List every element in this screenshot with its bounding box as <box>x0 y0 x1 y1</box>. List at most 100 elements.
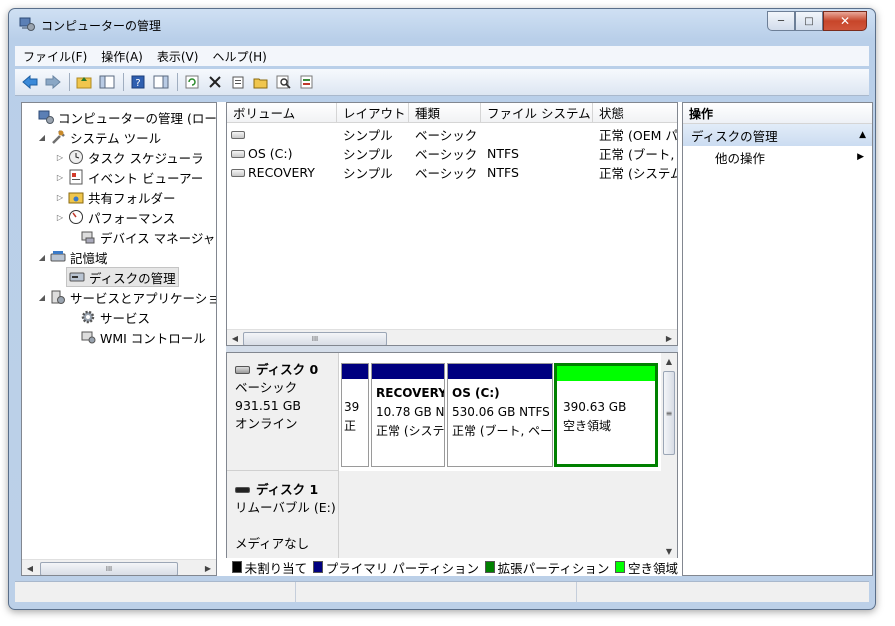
expand-arrow-icon[interactable]: ◢ <box>36 133 48 142</box>
tree-label: 共有フォルダー <box>88 190 176 206</box>
show-hide-tree-icon[interactable] <box>98 73 116 91</box>
help-icon[interactable]: ? <box>129 73 147 91</box>
column-header-status[interactable]: 状態 <box>593 103 677 123</box>
table-row-volume[interactable]: OS (C:) <box>231 144 335 163</box>
table-cell: 正常 (ブート, ページ ファイル) <box>599 147 677 162</box>
table-cell: シンプル <box>343 128 393 143</box>
column-header-type[interactable]: 種類 <box>409 103 481 123</box>
action-more-actions[interactable]: 他の操作 ▶ <box>683 146 872 168</box>
disk-1-state: メディアなし <box>235 536 310 551</box>
table-cell: ベーシック <box>415 147 478 162</box>
scroll-right-icon[interactable]: ▶ <box>200 560 216 575</box>
window-title: コンピューターの管理 <box>41 19 162 33</box>
collapsed-arrow-icon[interactable]: ▷ <box>54 213 66 222</box>
tree-label: タスク スケジューラ <box>88 150 204 166</box>
scroll-left-icon[interactable]: ◀ <box>22 560 38 575</box>
disk-vscrollbar[interactable]: ▲ ≡ ▼ <box>661 353 677 559</box>
legend-unallocated: 未割り当て <box>244 560 308 576</box>
tree-item-disk-management[interactable]: ディスクの管理 <box>66 267 179 287</box>
collapse-arrow-icon[interactable]: ▲ <box>859 130 866 140</box>
device-manager-icon <box>81 231 95 244</box>
tree-item-root[interactable]: コンピューターの管理 (ローカル) <box>24 107 217 127</box>
partition-free-space[interactable]: 390.63 GB 空き領域 <box>554 363 658 467</box>
tree-item-services[interactable]: サービス <box>66 307 150 327</box>
actions-section-disk-management[interactable]: ディスクの管理 ▲ <box>683 124 872 146</box>
tree-label: サービス <box>100 310 151 326</box>
column-header-volume[interactable]: ボリューム <box>227 103 337 123</box>
up-folder-icon[interactable] <box>75 73 93 91</box>
scroll-down-icon[interactable]: ▼ <box>661 543 677 559</box>
back-icon[interactable] <box>21 73 39 91</box>
tree-label: コンピューターの管理 (ローカル) <box>58 110 217 126</box>
open-icon[interactable] <box>252 73 270 91</box>
disk-1-type: リムーバブル (E:) <box>235 500 336 515</box>
scroll-up-icon[interactable]: ▲ <box>661 353 677 369</box>
column-header-layout[interactable]: レイアウト <box>337 103 409 123</box>
disk-0-type: ベーシック <box>235 380 298 395</box>
delete-icon[interactable] <box>206 73 224 91</box>
legend-primary: プライマリ パーティション <box>325 560 479 576</box>
legend-swatch-extended <box>484 561 495 573</box>
expand-arrow-icon[interactable]: ◢ <box>36 293 48 302</box>
disk-1-area <box>339 471 661 559</box>
minimize-button[interactable]: ─ <box>767 11 795 31</box>
partition-oem[interactable]: 39 正 <box>341 363 369 467</box>
tree-item-wmi[interactable]: WMI コントロール <box>66 327 206 347</box>
actions-header: 操作 <box>683 103 872 124</box>
tree-item-performance[interactable]: ▷ パフォーマンス <box>54 207 175 227</box>
disk-graphical-view: ディスク 0 ベーシック 931.51 GB オンライン 39 正 RECOVER… <box>226 352 678 576</box>
table-row-volume[interactable]: RECOVERY <box>231 163 335 182</box>
tree-item-device-manager[interactable]: デバイス マネージャー <box>66 227 216 247</box>
scroll-thumb[interactable]: III <box>40 562 178 575</box>
disk-0-name: ディスク 0 <box>256 362 319 377</box>
tree-item-event-viewer[interactable]: ▷ イベント ビューアー <box>54 167 203 187</box>
refresh-icon[interactable] <box>183 73 201 91</box>
tree-label: システム ツール <box>70 130 162 146</box>
table-cell: 正常 (OEM パーティション) <box>599 128 677 143</box>
center-pane: ボリューム レイアウト 種類 ファイル システム 状態 シンプル ベーシック 正… <box>226 102 678 576</box>
partition-os-c[interactable]: OS (C:)530.06 GB NTFS正常 (ブート, ページ ファイル) <box>447 363 553 467</box>
tree-item-system-tools[interactable]: ◢ システム ツール <box>36 127 161 147</box>
search-icon[interactable] <box>275 73 293 91</box>
scroll-right-icon[interactable]: ▶ <box>661 330 677 345</box>
table-row-volume[interactable] <box>231 125 335 144</box>
drive-icon <box>231 149 245 158</box>
properties-icon[interactable] <box>229 73 247 91</box>
client-area: コンピューターの管理 (ローカル) ◢ システム ツール ▷ タスク スケジュー… <box>21 102 873 576</box>
removable-disk-icon <box>235 487 250 493</box>
performance-icon <box>69 210 83 224</box>
menu-help[interactable]: ヘルプ(H) <box>204 48 272 65</box>
tree-hscrollbar[interactable]: ◀ III ▶ <box>22 559 216 575</box>
close-button[interactable]: ✕ <box>823 11 867 31</box>
collapsed-arrow-icon[interactable]: ▷ <box>54 193 66 202</box>
expand-arrow-icon[interactable]: ◢ <box>36 253 48 262</box>
disk-management-icon <box>69 272 85 282</box>
scroll-thumb[interactable]: III <box>243 332 387 345</box>
menu-file[interactable]: ファイル(F) <box>15 48 93 65</box>
table-cell <box>487 125 591 144</box>
show-hide-action-icon[interactable] <box>152 73 170 91</box>
legend-free: 空き領域 <box>627 560 678 576</box>
table-cell: NTFS <box>487 146 519 161</box>
menu-action[interactable]: 操作(A) <box>93 48 149 65</box>
collapsed-arrow-icon[interactable]: ▷ <box>54 173 66 182</box>
tree-item-task-scheduler[interactable]: ▷ タスク スケジューラ <box>54 147 204 167</box>
partition-recovery[interactable]: RECOVERY10.78 GB NTFS正常 (システム) <box>371 363 445 467</box>
tree-item-services-apps[interactable]: ◢ サービスとアプリケーション <box>36 287 216 307</box>
caption-buttons: ─ □ ✕ <box>767 11 867 31</box>
tree-item-shared-folders[interactable]: ▷ 共有フォルダー <box>54 187 176 207</box>
scroll-left-icon[interactable]: ◀ <box>227 330 243 345</box>
volume-hscrollbar[interactable]: ◀ III ▶ <box>227 329 677 345</box>
disk-0-size: 931.51 GB <box>235 398 301 413</box>
services-apps-icon <box>51 290 65 304</box>
disk-0-info[interactable]: ディスク 0 ベーシック 931.51 GB オンライン <box>227 353 339 471</box>
collapsed-arrow-icon[interactable]: ▷ <box>54 153 66 162</box>
forward-icon[interactable] <box>44 73 62 91</box>
scroll-thumb[interactable]: ≡ <box>663 371 675 455</box>
maximize-button[interactable]: □ <box>795 11 823 31</box>
menu-view[interactable]: 表示(V) <box>149 48 205 65</box>
export-icon[interactable] <box>298 73 316 91</box>
column-header-filesystem[interactable]: ファイル システム <box>481 103 593 123</box>
tree-item-storage[interactable]: ◢ 記憶域 <box>36 247 108 267</box>
title-bar[interactable]: コンピューターの管理 ─ □ ✕ <box>9 9 875 39</box>
